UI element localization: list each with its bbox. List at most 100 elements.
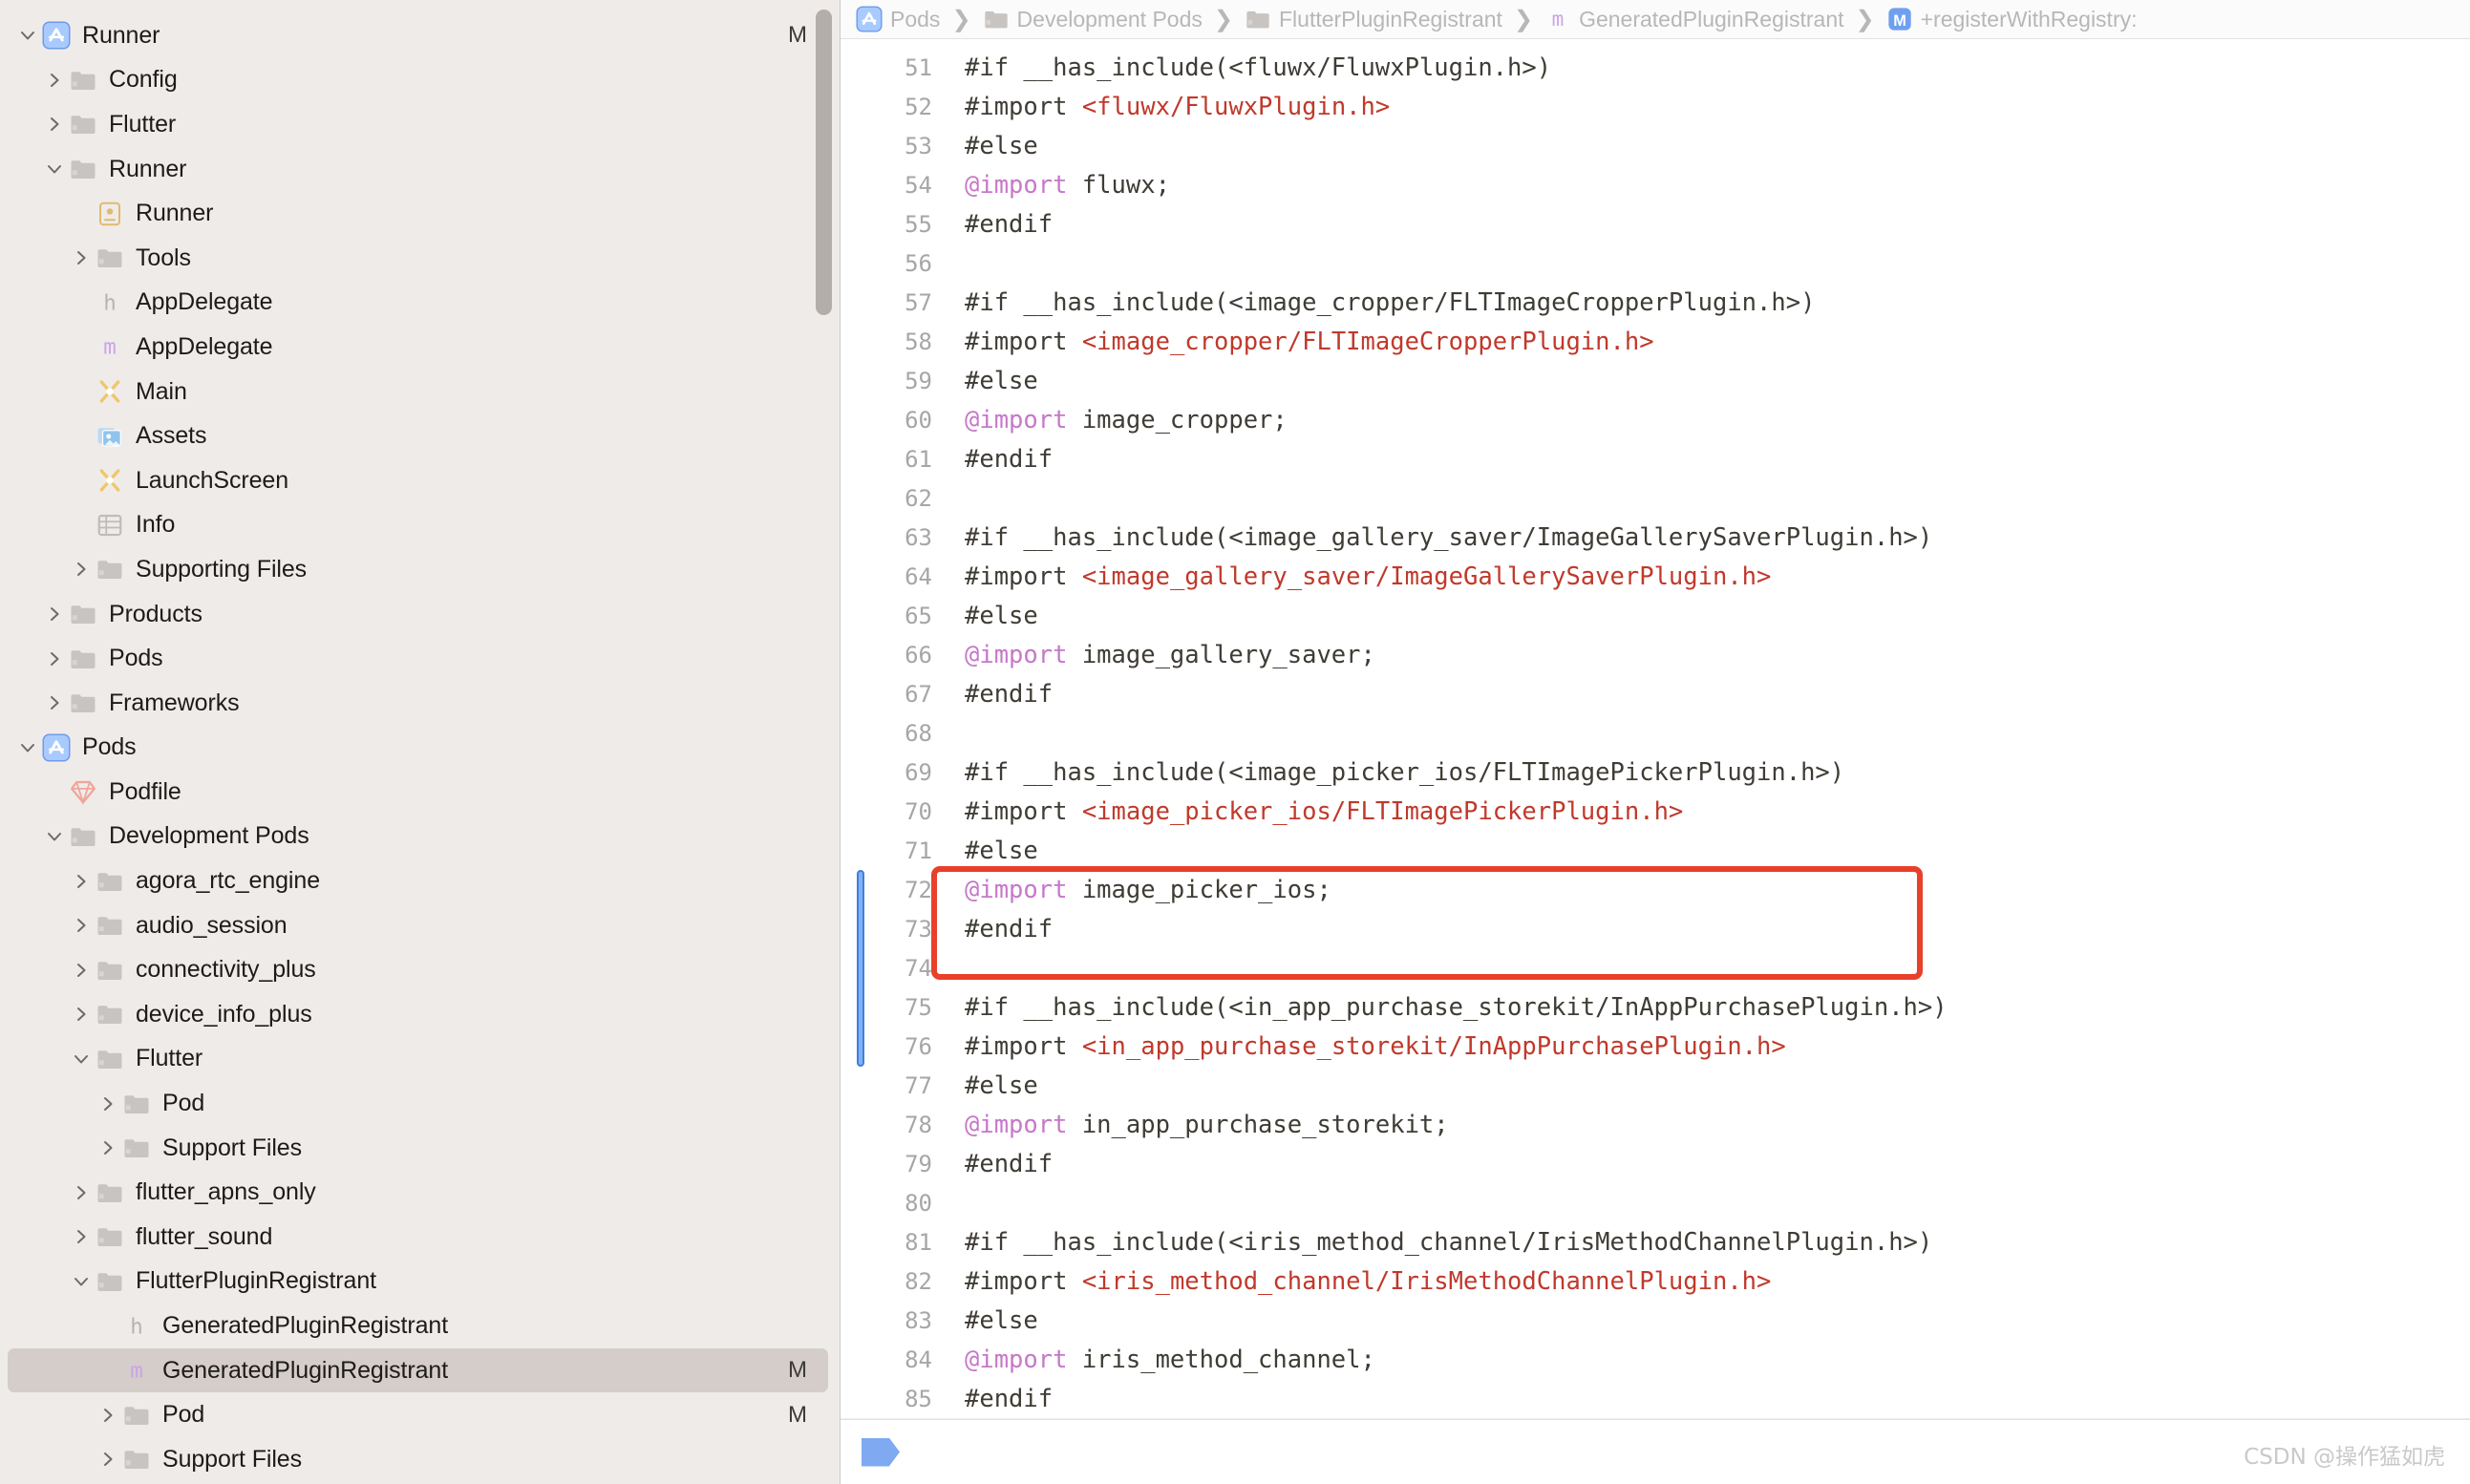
code-line[interactable]: 70 #import <image_picker_ios/FLTImagePick… bbox=[841, 793, 2470, 832]
navigator-row[interactable]: Supporting Files bbox=[8, 547, 828, 592]
chevron-down-icon[interactable] bbox=[15, 26, 40, 45]
navigator-row[interactable]: Runner bbox=[8, 191, 828, 236]
code-line[interactable]: 51 #if __has_include(<fluwx/FluwxPlugin.h… bbox=[841, 49, 2470, 88]
navigator-row[interactable]: Runner M bbox=[8, 13, 828, 58]
navigator-row[interactable]: Pods bbox=[8, 636, 828, 681]
code-line[interactable]: 63 #if __has_include(<image_gallery_saver… bbox=[841, 519, 2470, 558]
chevron-right-icon[interactable] bbox=[96, 1094, 120, 1113]
code-line[interactable]: 78 @import in_app_purchase_storekit; bbox=[841, 1106, 2470, 1145]
chevron-right-icon[interactable] bbox=[42, 693, 67, 712]
navigator-row[interactable]: Podfile bbox=[8, 770, 828, 815]
navigator-row[interactable]: flutter_apns_only bbox=[8, 1170, 828, 1215]
code-line[interactable]: 68 bbox=[841, 714, 2470, 753]
code-line[interactable]: 83 #else bbox=[841, 1302, 2470, 1341]
navigator-row[interactable]: Tools bbox=[8, 236, 828, 281]
breadcrumb-item[interactable]: Pods bbox=[856, 6, 940, 32]
chevron-right-icon[interactable] bbox=[69, 248, 94, 267]
code-line[interactable]: 79 #endif bbox=[841, 1145, 2470, 1184]
breadcrumb-item[interactable]: FlutterPluginRegistrant bbox=[1245, 6, 1502, 32]
code-line[interactable]: 85 #endif bbox=[841, 1380, 2470, 1419]
code-content[interactable]: 51 #if __has_include(<fluwx/FluwxPlugin.h… bbox=[841, 39, 2470, 1419]
navigator-row[interactable]: Support Files bbox=[8, 1126, 828, 1171]
code-line[interactable]: 69 #if __has_include(<image_picker_ios/FL… bbox=[841, 753, 2470, 793]
navigator-row[interactable]: Assets bbox=[8, 413, 828, 458]
navigator-row[interactable]: flutter_sound bbox=[8, 1215, 828, 1260]
code-line[interactable]: 58 #import <image_cropper/FLTImageCropper… bbox=[841, 323, 2470, 362]
chevron-right-icon[interactable] bbox=[69, 961, 94, 980]
jump-bar-breadcrumb[interactable]: Pods ❯ Development Pods ❯ FlutterPluginRegis… bbox=[841, 0, 2470, 39]
navigator-row[interactable]: Main bbox=[8, 370, 828, 414]
navigator-row[interactable]: agora_rtc_engine bbox=[8, 859, 828, 903]
chevron-right-icon[interactable] bbox=[96, 1450, 120, 1469]
code-line[interactable]: 81 #if __has_include(<iris_method_channel… bbox=[841, 1223, 2470, 1262]
code-line[interactable]: 82 #import <iris_method_channel/IrisMetho… bbox=[841, 1262, 2470, 1302]
chevron-right-icon[interactable] bbox=[42, 71, 67, 90]
code-line[interactable]: 60 @import image_cropper; bbox=[841, 401, 2470, 440]
chevron-right-icon[interactable] bbox=[69, 1227, 94, 1246]
code-line[interactable]: 75 #if __has_include(<in_app_purchase_sto… bbox=[841, 988, 2470, 1028]
navigator-row[interactable]: h AppDelegate bbox=[8, 281, 828, 326]
navigator-row[interactable]: connectivity_plus bbox=[8, 947, 828, 992]
navigator-row[interactable]: Flutter bbox=[8, 102, 828, 147]
breadcrumb-item[interactable]: M +registerWithRegistry: bbox=[1886, 6, 2138, 32]
editor-bottom-bar[interactable]: CSDN @操作猛如虎 bbox=[841, 1419, 2470, 1484]
navigator-row[interactable]: FlutterPluginRegistrant bbox=[8, 1260, 828, 1304]
source-editor[interactable]: Pods ❯ Development Pods ❯ FlutterPluginRegis… bbox=[841, 0, 2470, 1484]
navigator-row[interactable]: LaunchScreen bbox=[8, 458, 828, 503]
code-line[interactable]: 76 #import <in_app_purchase_storekit/InAp… bbox=[841, 1028, 2470, 1067]
code-line[interactable]: 74 bbox=[841, 949, 2470, 988]
code-line[interactable]: 72 @import image_picker_ios; bbox=[841, 871, 2470, 910]
code-line[interactable]: 84 @import iris_method_channel; bbox=[841, 1341, 2470, 1380]
code-line[interactable]: 62 bbox=[841, 479, 2470, 519]
code-line[interactable]: 71 #else bbox=[841, 832, 2470, 871]
code-line[interactable]: 59 #else bbox=[841, 362, 2470, 401]
breadcrumb-item[interactable]: Development Pods bbox=[983, 6, 1203, 32]
breadcrumb-tag-icon[interactable] bbox=[862, 1437, 900, 1467]
navigator-list[interactable]: Runner M Config Flutter Runner Runner Tools h Ap… bbox=[0, 13, 840, 1484]
navigator-row[interactable]: audio_session bbox=[8, 903, 828, 948]
navigator-row[interactable]: Config bbox=[8, 58, 828, 103]
code-line[interactable]: 52 #import <fluwx/FluwxPlugin.h> bbox=[841, 88, 2470, 127]
navigator-row[interactable]: Info bbox=[8, 503, 828, 548]
chevron-down-icon[interactable] bbox=[15, 738, 40, 757]
navigator-row[interactable]: Pod bbox=[8, 1081, 828, 1126]
navigator-row[interactable]: Pods bbox=[8, 726, 828, 771]
code-line[interactable]: 56 bbox=[841, 244, 2470, 284]
project-navigator[interactable]: Runner M Config Flutter Runner Runner Tools h Ap… bbox=[0, 0, 841, 1484]
navigator-row[interactable]: Support Files bbox=[8, 1437, 828, 1482]
chevron-right-icon[interactable] bbox=[69, 872, 94, 891]
code-scroll-area[interactable]: 51 #if __has_include(<fluwx/FluwxPlugin.h… bbox=[841, 39, 2470, 1419]
code-line[interactable]: 65 #else bbox=[841, 597, 2470, 636]
chevron-right-icon[interactable] bbox=[42, 115, 67, 134]
navigator-row[interactable]: Flutter bbox=[8, 1037, 828, 1082]
code-line[interactable]: 73 #endif bbox=[841, 910, 2470, 949]
navigator-row[interactable]: device_info_plus bbox=[8, 992, 828, 1037]
chevron-right-icon[interactable] bbox=[96, 1138, 120, 1157]
navigator-row[interactable]: m AppDelegate bbox=[8, 325, 828, 370]
code-line[interactable]: 80 bbox=[841, 1184, 2470, 1223]
navigator-row[interactable]: Runner bbox=[8, 147, 828, 192]
navigator-scrollbar[interactable] bbox=[816, 10, 832, 315]
chevron-right-icon[interactable] bbox=[69, 1005, 94, 1024]
chevron-right-icon[interactable] bbox=[69, 560, 94, 579]
code-line[interactable]: 57 #if __has_include(<image_cropper/FLTIm… bbox=[841, 284, 2470, 323]
navigator-row[interactable]: Frameworks bbox=[8, 681, 828, 726]
code-line[interactable]: 77 #else bbox=[841, 1067, 2470, 1106]
chevron-down-icon[interactable] bbox=[69, 1272, 94, 1291]
code-line[interactable]: 64 #import <image_gallery_saver/ImageGall… bbox=[841, 558, 2470, 597]
chevron-right-icon[interactable] bbox=[42, 649, 67, 668]
breadcrumb-item[interactable]: m GeneratedPluginRegistrant bbox=[1544, 6, 1844, 32]
chevron-right-icon[interactable] bbox=[69, 1183, 94, 1202]
code-line[interactable]: 67 #endif bbox=[841, 675, 2470, 714]
code-line[interactable]: 66 @import image_gallery_saver; bbox=[841, 636, 2470, 675]
code-line[interactable]: 53 #else bbox=[841, 127, 2470, 166]
chevron-right-icon[interactable] bbox=[42, 604, 67, 624]
code-line[interactable]: 54 @import fluwx; bbox=[841, 166, 2470, 205]
navigator-row[interactable]: Products bbox=[8, 592, 828, 637]
navigator-row[interactable]: m GeneratedPluginRegistrant M bbox=[8, 1347, 828, 1393]
chevron-down-icon[interactable] bbox=[42, 159, 67, 179]
chevron-right-icon[interactable] bbox=[69, 916, 94, 935]
chevron-down-icon[interactable] bbox=[69, 1049, 94, 1069]
navigator-row[interactable]: h GeneratedPluginRegistrant bbox=[8, 1304, 828, 1348]
code-line[interactable]: 61 #endif bbox=[841, 440, 2470, 479]
